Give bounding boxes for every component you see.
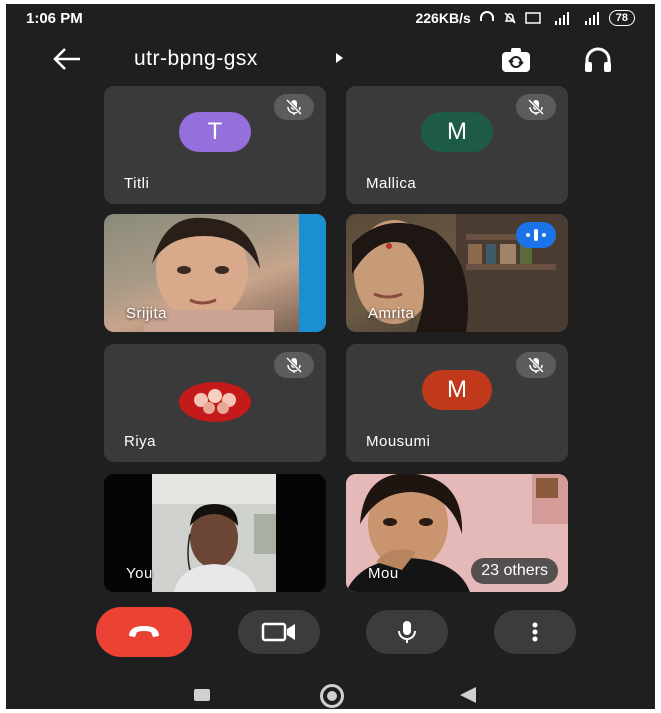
switch-camera-icon[interactable] <box>500 46 532 74</box>
recents-icon[interactable] <box>194 689 210 701</box>
avatar: M <box>422 370 492 410</box>
battery-indicator: 78 <box>608 10 635 26</box>
participant-tile-amrita[interactable]: Amrita <box>346 214 568 332</box>
participant-tile-titli[interactable]: T Titli <box>104 86 326 204</box>
more-options-button[interactable] <box>494 610 576 654</box>
home-icon[interactable] <box>320 684 344 708</box>
camera-toggle-button[interactable] <box>238 610 320 654</box>
speaking-indicator <box>516 222 556 248</box>
others-count-chip[interactable]: 23 others <box>471 558 558 584</box>
muted-mic-icon <box>274 94 314 120</box>
participant-name: Titli <box>124 175 150 192</box>
signal-4g-icon <box>554 11 569 25</box>
participant-tile-mou[interactable]: Mou 23 others <box>346 474 568 592</box>
meeting-header: utr-bpng-gsx <box>6 38 655 82</box>
hang-up-icon <box>129 626 159 637</box>
call-controls <box>6 607 655 661</box>
nav-back-icon[interactable] <box>460 687 476 703</box>
participant-tile-mousumi[interactable]: M Mousumi <box>346 344 568 462</box>
more-vert-icon <box>532 622 538 642</box>
audio-output-icon[interactable] <box>583 45 613 75</box>
system-nav-bar <box>6 669 655 709</box>
participant-name: You <box>126 565 153 582</box>
participant-name: Srijita <box>126 305 168 322</box>
end-call-button[interactable] <box>96 607 192 657</box>
volte-icon <box>525 12 541 24</box>
status-bar: 1:06 PM 226KB/s 78 <box>6 4 655 34</box>
status-time: 1:06 PM <box>26 10 83 27</box>
avatar <box>179 382 251 422</box>
signal-icon <box>584 11 599 25</box>
participant-name: Riya <box>124 433 157 450</box>
muted-mic-icon <box>274 352 314 378</box>
microphone-toggle-button[interactable] <box>366 610 448 654</box>
participant-tile-riya[interactable]: Riya <box>104 344 326 462</box>
microphone-icon <box>398 621 416 643</box>
video-camera-icon <box>261 622 295 642</box>
phone-screen: 1:06 PM 226KB/s 78 utr-bpng-gsx T Titli … <box>6 4 655 709</box>
caret-right-icon[interactable] <box>336 53 343 63</box>
participant-name: Mallica <box>366 175 417 192</box>
participant-tile-srijita[interactable]: Srijita <box>104 214 326 332</box>
muted-mic-icon <box>516 94 556 120</box>
avatar: M <box>421 112 493 152</box>
avatar: T <box>179 112 251 152</box>
headset-status-icon <box>479 11 494 21</box>
net-speed: 226KB/s <box>415 10 471 26</box>
participant-tile-you[interactable]: You <box>104 474 326 592</box>
mute-bell-icon <box>504 12 516 24</box>
participant-name: Mousumi <box>366 433 431 450</box>
participant-name: Mou <box>368 565 399 582</box>
participant-tile-mallica[interactable]: M Mallica <box>346 86 568 204</box>
meeting-code[interactable]: utr-bpng-gsx <box>134 47 258 71</box>
muted-mic-icon <box>516 352 556 378</box>
back-arrow-icon[interactable] <box>52 46 82 72</box>
status-icons: 226KB/s 78 <box>415 10 635 26</box>
participant-name: Amrita <box>368 305 415 322</box>
